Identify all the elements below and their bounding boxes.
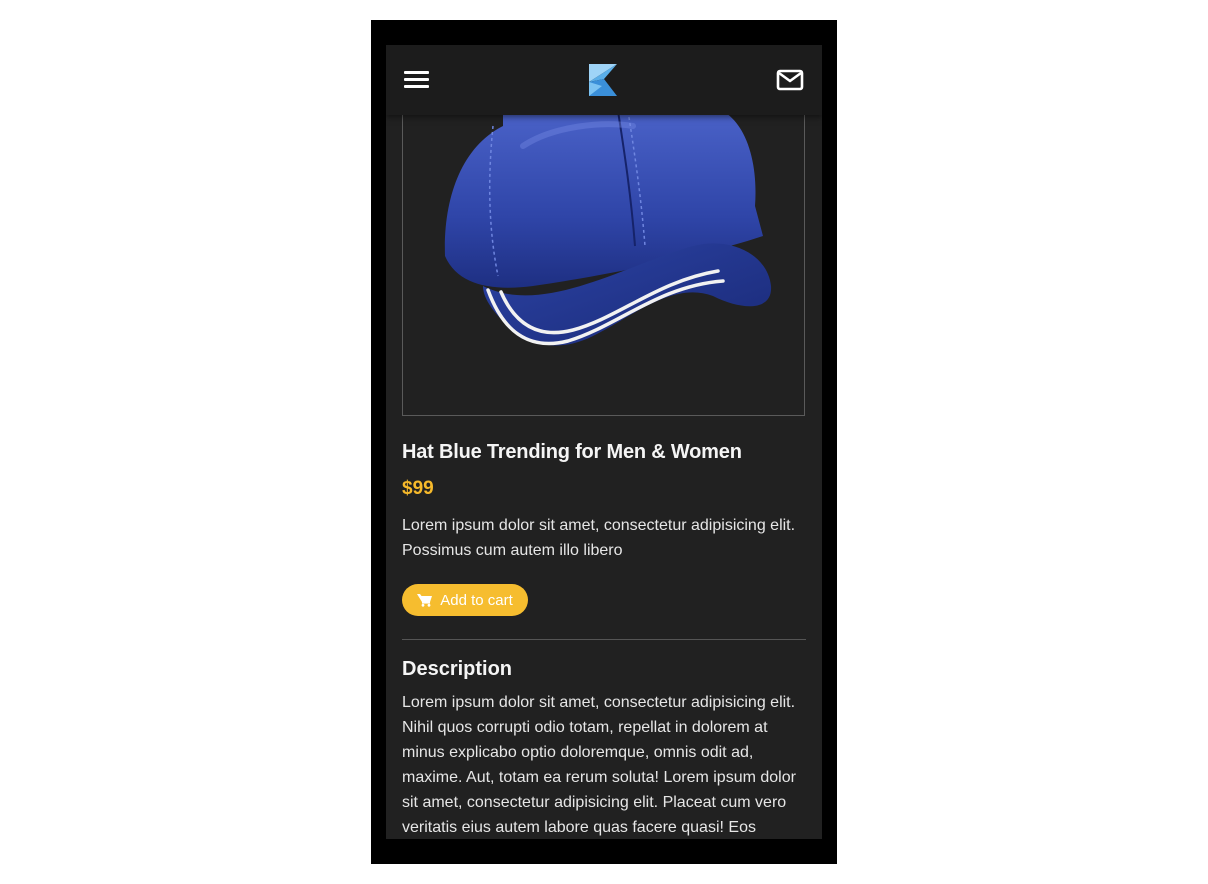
product-short-description: Lorem ipsum dolor sit amet, consectetur … xyxy=(402,517,796,559)
blue-baseball-cap-image xyxy=(444,110,772,346)
description-heading: Description xyxy=(402,658,513,680)
product-price: $99 xyxy=(402,478,434,499)
product-title: Hat Blue Trending for Men & Women xyxy=(402,441,742,463)
description-text: Lorem ipsum dolor sit amet, consectetur … xyxy=(402,694,796,836)
top-app-bar xyxy=(386,45,822,115)
add-to-cart-label: Add to cart xyxy=(440,591,513,609)
section-divider xyxy=(402,639,806,640)
hamburger-menu-icon[interactable] xyxy=(402,67,432,93)
product-image-frame xyxy=(402,85,805,416)
envelope-icon[interactable] xyxy=(775,67,805,93)
brand-logo-icon[interactable] xyxy=(587,62,621,98)
app-screen: Hat Blue Trending for Men & Women $99 Lo… xyxy=(386,45,822,839)
shopping-cart-icon xyxy=(417,593,433,607)
add-to-cart-button[interactable]: Add to cart xyxy=(402,584,528,616)
